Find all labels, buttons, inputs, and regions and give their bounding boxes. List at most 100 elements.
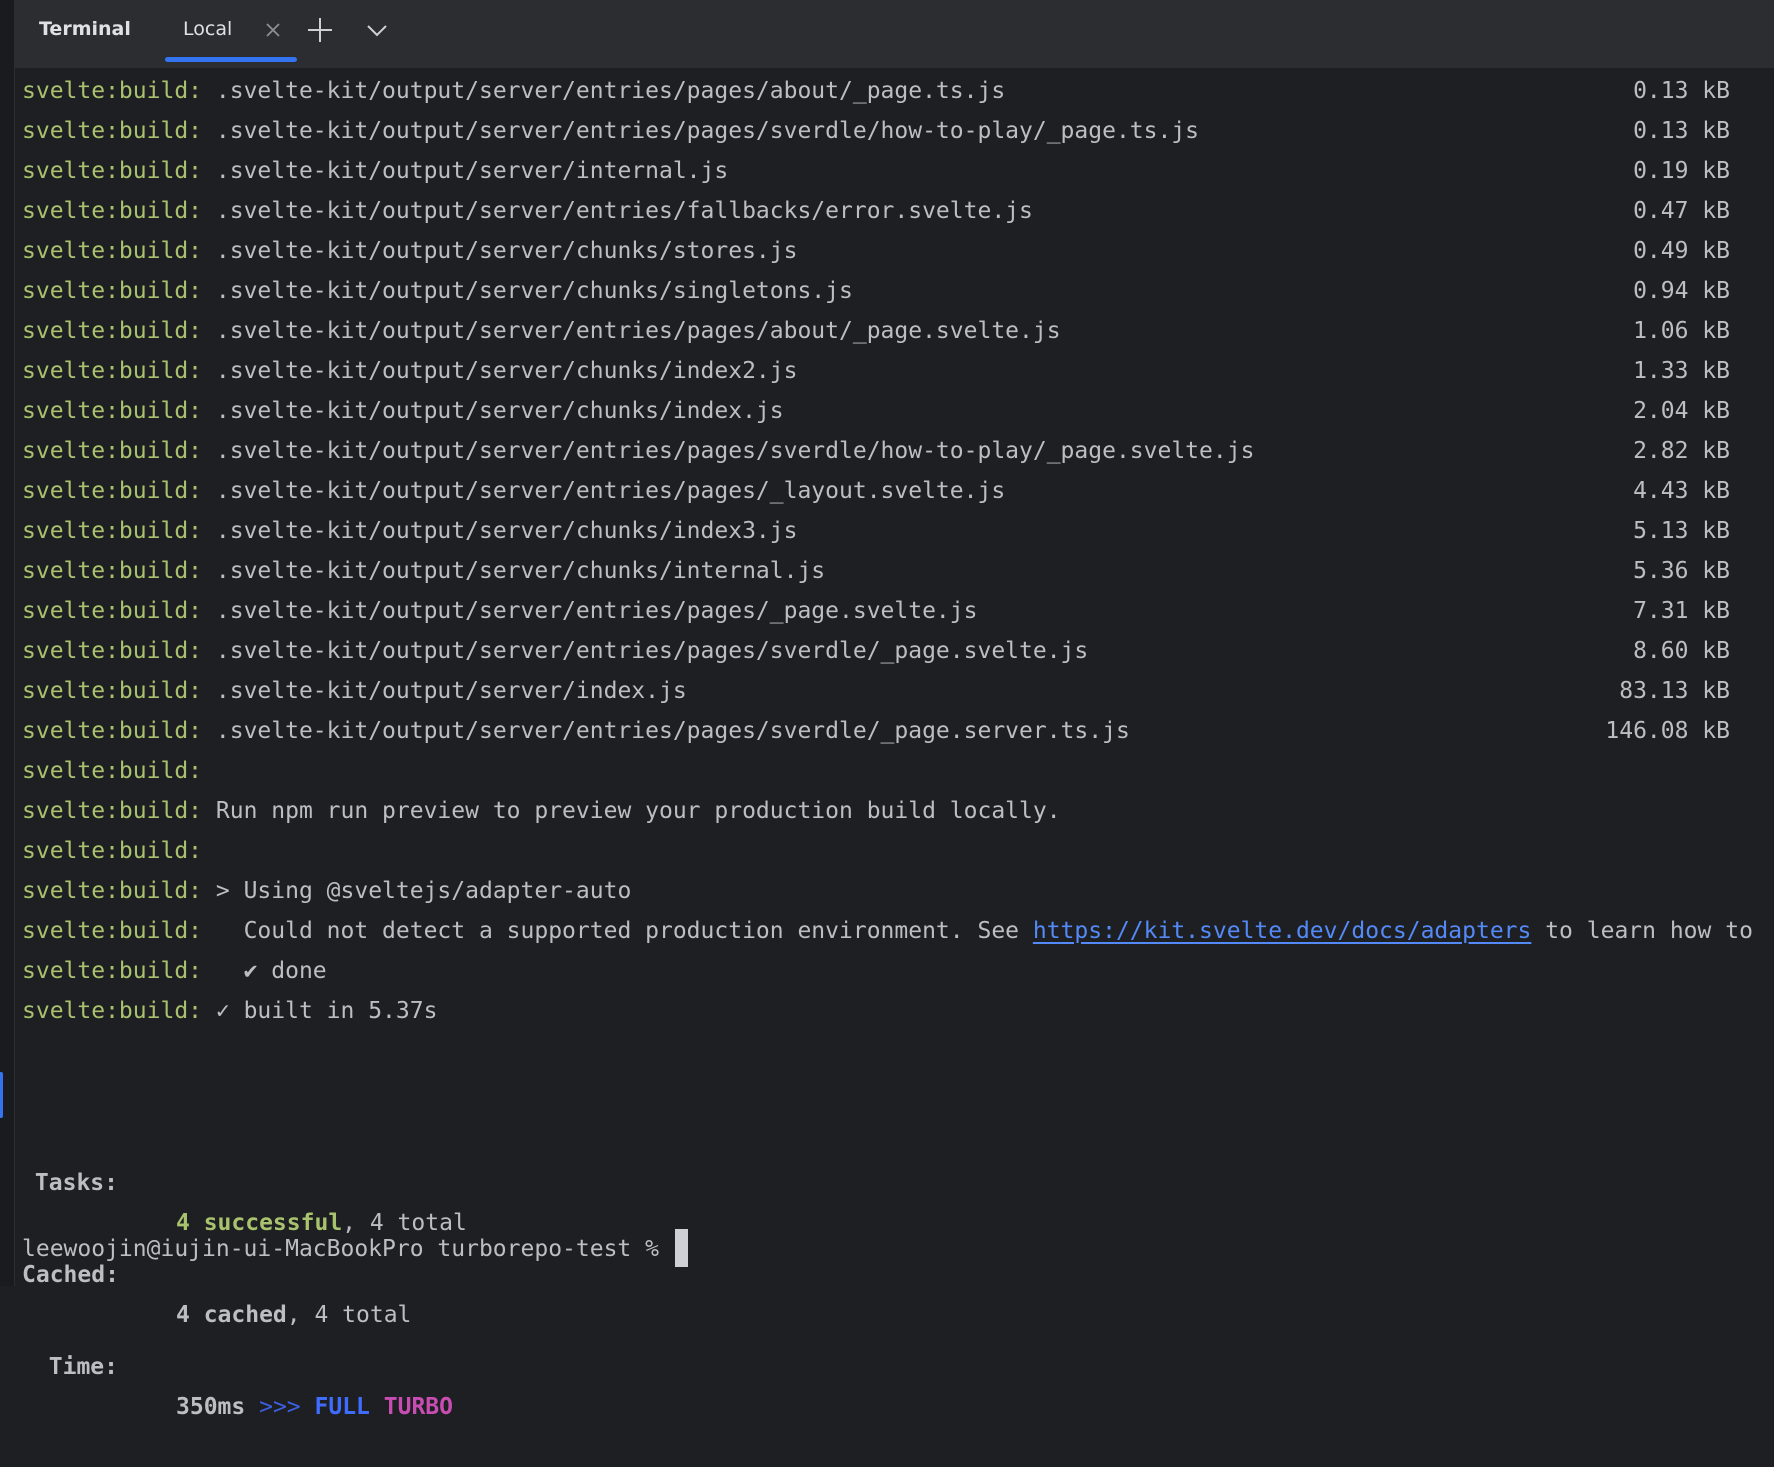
file-size: 0.94 kB <box>1633 278 1730 304</box>
file-path: .svelte-kit/output/server/entries/pages/… <box>215 598 978 624</box>
output-line: svelte:build: Run npm run preview to pre… <box>22 791 1774 831</box>
line-prefix: svelte:build: <box>22 558 203 584</box>
prompt-text: leewoojin@iujin-ui-MacBookPro turborepo-… <box>22 1236 673 1262</box>
output-line: svelte:build: .svelte-kit/output/server/… <box>22 191 1774 231</box>
file-size: 4.43 kB <box>1633 478 1730 504</box>
line-prefix: svelte:build: <box>22 198 203 224</box>
file-size: 8.60 kB <box>1633 638 1730 664</box>
output-line: svelte:build: .svelte-kit/output/server/… <box>22 111 1774 151</box>
line-prefix: svelte:build: <box>22 918 203 944</box>
cached-total: , 4 total <box>286 1302 412 1328</box>
output-line: svelte:build: Could not detect a support… <box>22 911 1774 951</box>
file-path: .svelte-kit/output/server/chunks/index2.… <box>215 358 798 384</box>
output-line: svelte:build: .svelte-kit/output/server/… <box>22 311 1774 351</box>
time-label: Time: <box>48 1354 118 1380</box>
file-size: 0.47 kB <box>1633 198 1730 224</box>
line-prefix: svelte:build: <box>22 398 203 424</box>
file-size: 5.36 kB <box>1633 558 1730 584</box>
done-message: ✔ done <box>215 958 327 984</box>
output-line: svelte:build: .svelte-kit/output/server/… <box>22 271 1774 311</box>
tab-local[interactable]: Local <box>161 0 297 68</box>
line-prefix: svelte:build: <box>22 678 203 704</box>
line-prefix: svelte:build: <box>22 478 203 504</box>
turbo-word: TURBO <box>383 1394 454 1420</box>
line-prefix: svelte:build: <box>22 878 203 904</box>
summary-time-row: Time: 350ms >>> FULL TURBO <box>22 1307 453 1420</box>
line-prefix: svelte:build: <box>22 78 203 104</box>
line-prefix: svelte:build: <box>22 958 203 984</box>
output-line: svelte:build: .svelte-kit/output/server/… <box>22 551 1774 591</box>
shell-prompt[interactable]: leewoojin@iujin-ui-MacBookPro turborepo-… <box>22 1228 688 1269</box>
file-path: .svelte-kit/output/server/chunks/singlet… <box>215 278 853 304</box>
line-prefix: svelte:build: <box>22 358 203 384</box>
file-path: .svelte-kit/output/server/chunks/interna… <box>215 558 826 584</box>
output-line: svelte:build: ✔ done <box>22 951 1774 991</box>
terminal-header: Terminal Local <box>15 0 1774 69</box>
terminal-title: Terminal <box>39 18 131 40</box>
line-prefix: svelte:build: <box>22 598 203 624</box>
output-line: svelte:build: .svelte-kit/output/server/… <box>22 351 1774 391</box>
file-size: 0.13 kB <box>1633 118 1730 144</box>
adapters-link[interactable]: https://kit.svelte.dev/docs/adapters <box>1033 918 1532 944</box>
turbo-arrows: >>> <box>259 1394 301 1420</box>
line-prefix: svelte:build: <box>22 758 203 784</box>
file-size: 0.49 kB <box>1633 238 1730 264</box>
file-path: .svelte-kit/output/server/entries/pages/… <box>215 78 1006 104</box>
file-path: .svelte-kit/output/server/chunks/stores.… <box>215 238 798 264</box>
file-size: 2.82 kB <box>1633 438 1730 464</box>
file-path: .svelte-kit/output/server/entries/pages/… <box>215 318 1061 344</box>
output-line: svelte:build: .svelte-kit/output/server/… <box>22 711 1774 751</box>
file-size: 83.13 kB <box>1619 678 1730 704</box>
built-message: ✓ built in 5.37s <box>215 998 438 1024</box>
file-size: 0.13 kB <box>1633 78 1730 104</box>
file-size: 1.06 kB <box>1633 318 1730 344</box>
line-prefix: svelte:build: <box>22 238 203 264</box>
text-cursor <box>674 1228 688 1267</box>
output-line: svelte:build: .svelte-kit/output/server/… <box>22 151 1774 191</box>
line-prefix: svelte:build: <box>22 838 203 864</box>
output-line: svelte:build: .svelte-kit/output/server/… <box>22 391 1774 431</box>
detect-message-tail: to learn how to <box>1531 918 1753 944</box>
file-size: 0.19 kB <box>1633 158 1730 184</box>
output-line: svelte:build: <box>22 751 1774 791</box>
file-path: .svelte-kit/output/server/internal.js <box>215 158 729 184</box>
file-path: .svelte-kit/output/server/entries/pages/… <box>215 718 1130 744</box>
line-prefix: svelte:build: <box>22 158 203 184</box>
line-prefix: svelte:build: <box>22 518 203 544</box>
line-prefix: svelte:build: <box>22 318 203 344</box>
file-size: 2.04 kB <box>1633 398 1730 424</box>
output-line: svelte:build: .svelte-kit/output/server/… <box>22 231 1774 271</box>
file-path: .svelte-kit/output/server/entries/pages/… <box>215 638 1089 664</box>
gutter-marker <box>0 1072 3 1118</box>
file-path: .svelte-kit/output/server/entries/pages/… <box>215 438 1255 464</box>
line-prefix: svelte:build: <box>22 118 203 144</box>
output-line: svelte:build: <box>22 831 1774 871</box>
tool-window-stripe <box>0 0 15 1286</box>
plus-icon[interactable] <box>304 14 336 46</box>
line-prefix: svelte:build: <box>22 718 203 744</box>
file-size: 7.31 kB <box>1633 598 1730 624</box>
file-size: 1.33 kB <box>1633 358 1730 384</box>
preview-message: Run npm run preview to preview your prod… <box>215 798 1061 824</box>
full-word: FULL <box>314 1394 370 1420</box>
close-icon[interactable] <box>261 16 285 44</box>
file-path: .svelte-kit/output/server/index.js <box>215 678 687 704</box>
line-prefix: svelte:build: <box>22 638 203 664</box>
line-prefix: svelte:build: <box>22 438 203 464</box>
file-path: .svelte-kit/output/server/entries/pages/… <box>215 478 1006 504</box>
chevron-down-icon[interactable] <box>361 14 393 46</box>
file-path: .svelte-kit/output/server/entries/pages/… <box>215 118 1200 144</box>
output-line: svelte:build: .svelte-kit/output/server/… <box>22 431 1774 471</box>
file-size: 146.08 kB <box>1605 718 1730 744</box>
file-path: .svelte-kit/output/server/chunks/index.j… <box>215 398 784 424</box>
output-line: svelte:build: .svelte-kit/output/server/… <box>22 591 1774 631</box>
adapter-message: > Using @sveltejs/adapter-auto <box>215 878 632 904</box>
output-line: svelte:build: .svelte-kit/output/server/… <box>22 671 1774 711</box>
time-value: 350ms <box>176 1394 246 1420</box>
terminal-output[interactable]: svelte:build: .svelte-kit/output/server/… <box>22 71 1774 1031</box>
file-path: .svelte-kit/output/server/entries/fallba… <box>215 198 1033 224</box>
summary-tasks-row: Tasks: 4 successful, 4 total <box>22 1123 467 1236</box>
tasks-label: Tasks: <box>34 1170 118 1196</box>
output-line: svelte:build: .svelte-kit/output/server/… <box>22 471 1774 511</box>
line-prefix: svelte:build: <box>22 798 203 824</box>
